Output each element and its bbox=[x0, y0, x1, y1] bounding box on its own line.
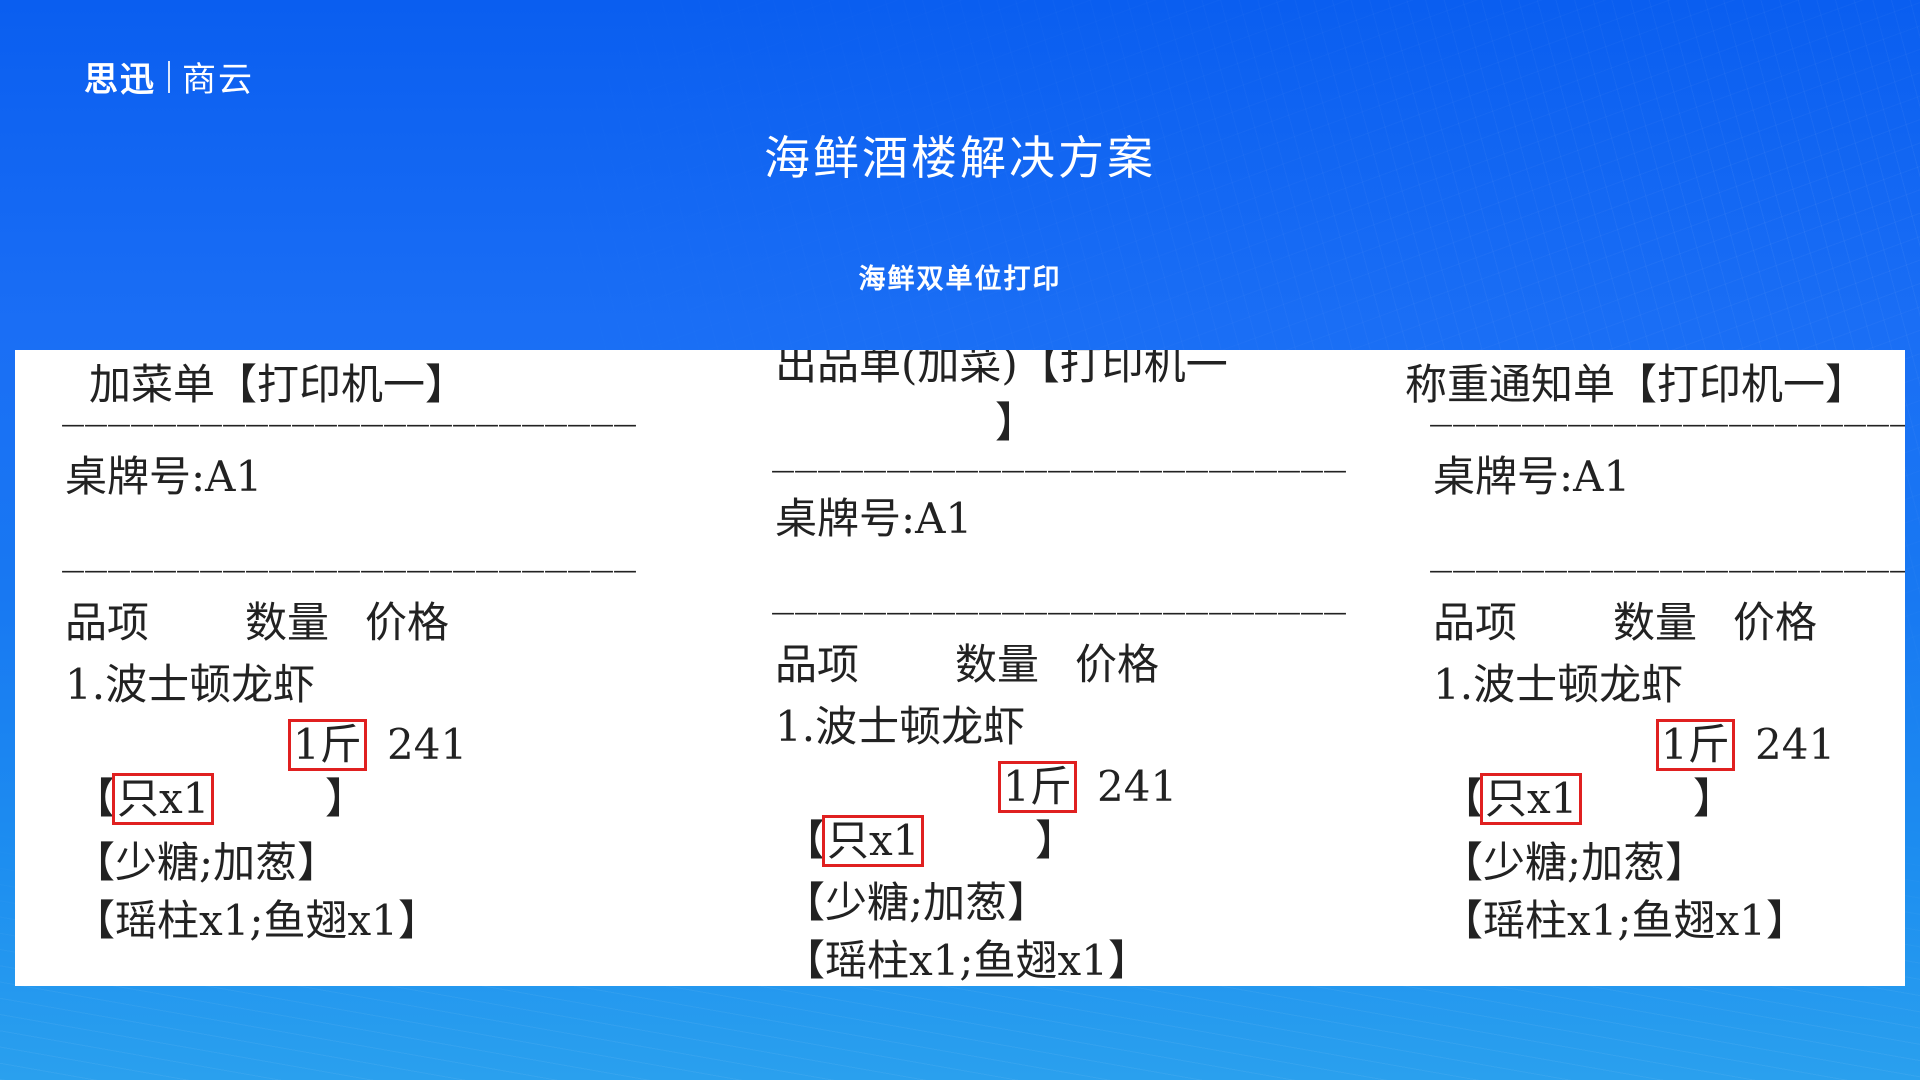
ticket-divider: ————————————————————————— bbox=[1429, 410, 1905, 438]
ticket-header: 加菜单【打印机一】 bbox=[89, 360, 468, 409]
ticket-table-no: 桌牌号:A1 bbox=[65, 452, 263, 501]
ticket-qty-weight: 1斤 bbox=[1656, 719, 1735, 771]
ticket-col-qty: 数量 bbox=[955, 640, 1040, 689]
ticket-col-item: 品项 bbox=[775, 640, 860, 689]
ticket-note-2: 【瑶柱x1;鱼翅x1】 bbox=[783, 936, 1150, 985]
ticket-table-no: 桌牌号:A1 bbox=[1433, 452, 1631, 501]
brand-name-primary: 思迅 bbox=[84, 60, 156, 100]
ticket-col-item: 品项 bbox=[1433, 598, 1518, 647]
ticket-note-2: 【瑶柱x1;鱼翅x1】 bbox=[1441, 896, 1808, 945]
ticket-unit-count: 只x1 bbox=[821, 815, 925, 867]
ticket-col-qty: 数量 bbox=[1613, 598, 1698, 647]
ticket-item-name: 1.波士顿龙虾 bbox=[1433, 660, 1684, 709]
ticket-note-2: 【瑶柱x1;鱼翅x1】 bbox=[73, 896, 440, 945]
page-subtitle: 海鲜双单位打印 bbox=[858, 264, 1062, 295]
ticket-price: 241 bbox=[387, 720, 468, 769]
ticket-note-1: 【少糖;加葱】 bbox=[783, 878, 1050, 927]
ticket-item-name: 1.波士顿龙虾 bbox=[65, 660, 316, 709]
ticket-col-qty: 数量 bbox=[245, 598, 330, 647]
ticket-bracket-close: 】 bbox=[1693, 774, 1736, 823]
ticket-bracket-open: 【 bbox=[1441, 774, 1484, 823]
ticket-divider: ————————————————————————— bbox=[1429, 556, 1905, 584]
ticket-note-1: 【少糖;加葱】 bbox=[1441, 838, 1708, 887]
ticket-divider: ————————————————————————— bbox=[61, 556, 637, 584]
ticket-note-1: 【少糖;加葱】 bbox=[73, 838, 340, 887]
page-title: 海鲜酒楼解决方案 bbox=[764, 131, 1156, 185]
brand-separator bbox=[168, 60, 170, 93]
ticket-bracket-close: 】 bbox=[1035, 816, 1078, 865]
ticket-col-price: 价格 bbox=[1733, 598, 1818, 647]
ticket-price: 241 bbox=[1755, 720, 1836, 769]
brand-name-secondary: 商云 bbox=[182, 60, 254, 100]
ticket-header-cont: 】 bbox=[995, 398, 1038, 447]
ticket-qty-weight: 1斤 bbox=[288, 719, 367, 771]
ticket-divider: ————————————————————————— bbox=[771, 598, 1347, 626]
ticket-item-name: 1.波士顿龙虾 bbox=[775, 702, 1026, 751]
ticket-header: 出品单(加菜)【打印机一 bbox=[775, 350, 1228, 389]
ticket-divider: ————————————————————————— bbox=[771, 456, 1347, 484]
ticket-col-price: 价格 bbox=[365, 598, 450, 647]
ticket-table-no: 桌牌号:A1 bbox=[775, 494, 973, 543]
ticket-bracket-open: 【 bbox=[73, 774, 116, 823]
brand-logo: 思迅 商云 bbox=[84, 52, 254, 101]
receipts-image-panel: 加菜单【打印机一】 ————————————————————————— 桌牌号:… bbox=[15, 350, 1905, 986]
ticket-col-item: 品项 bbox=[65, 598, 150, 647]
ticket-header: 称重通知单【打印机一】 bbox=[1405, 360, 1868, 409]
ticket-bracket-open: 【 bbox=[783, 816, 826, 865]
ticket-price: 241 bbox=[1097, 762, 1178, 811]
ticket-qty-weight: 1斤 bbox=[998, 761, 1077, 813]
ticket-unit-count: 只x1 bbox=[1479, 773, 1583, 825]
ticket-col-price: 价格 bbox=[1075, 640, 1160, 689]
ticket-unit-count: 只x1 bbox=[111, 773, 215, 825]
ticket-bracket-close: 】 bbox=[325, 774, 368, 823]
ticket-divider: ————————————————————————— bbox=[61, 410, 637, 438]
